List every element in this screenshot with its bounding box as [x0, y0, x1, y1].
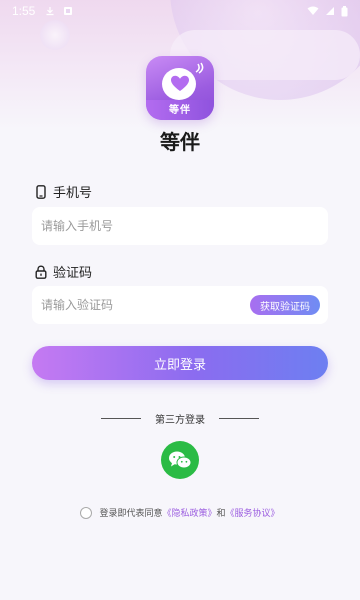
- code-field[interactable]: 获取验证码: [32, 286, 328, 324]
- divider-left: [101, 418, 141, 419]
- notification-icon: [64, 7, 73, 15]
- service-agreement-link[interactable]: 《服务协议》: [226, 506, 280, 519]
- status-time: 1:55: [12, 4, 36, 18]
- phone-icon: [36, 184, 46, 199]
- phone-input[interactable]: [41, 219, 319, 233]
- lock-icon: [35, 264, 47, 279]
- third-party-login-header: 第三方登录: [0, 411, 360, 426]
- phone-label: 手机号: [34, 182, 92, 201]
- phone-field[interactable]: [32, 207, 328, 245]
- phone-label-text: 手机号: [53, 186, 93, 201]
- signal-icon: [326, 7, 334, 15]
- wifi-icon: [307, 6, 319, 15]
- code-label: 验证码: [34, 262, 92, 281]
- status-bar: 1:55: [0, 0, 360, 22]
- wechat-login-button[interactable]: [161, 441, 199, 479]
- privacy-policy-link[interactable]: 《隐私政策》: [162, 506, 216, 519]
- divider-right: [219, 418, 259, 419]
- wechat-icon: [169, 451, 192, 469]
- agreement-prefix: 登录即代表同意: [99, 509, 163, 519]
- code-label-text: 验证码: [53, 266, 93, 281]
- app-title: 等伴: [160, 130, 200, 154]
- app-logo: 等伴: [146, 56, 214, 120]
- status-icons: [307, 5, 348, 17]
- heart-icon: [171, 75, 189, 91]
- agreement-checkbox[interactable]: [80, 506, 93, 519]
- download-icon: [46, 7, 54, 16]
- bubble-decoration: [40, 20, 70, 50]
- logo-text: 等伴: [169, 105, 191, 116]
- signal-wave-icon: [195, 62, 204, 74]
- get-code-button[interactable]: 获取验证码: [250, 295, 320, 315]
- agreement-row: 登录即代表同意 《隐私政策》 和 《服务协议》: [0, 506, 360, 519]
- login-button[interactable]: 立即登录: [32, 346, 328, 380]
- agreement-and: 和: [216, 509, 226, 519]
- battery-icon: [341, 5, 348, 16]
- third-party-title: 第三方登录: [155, 415, 205, 426]
